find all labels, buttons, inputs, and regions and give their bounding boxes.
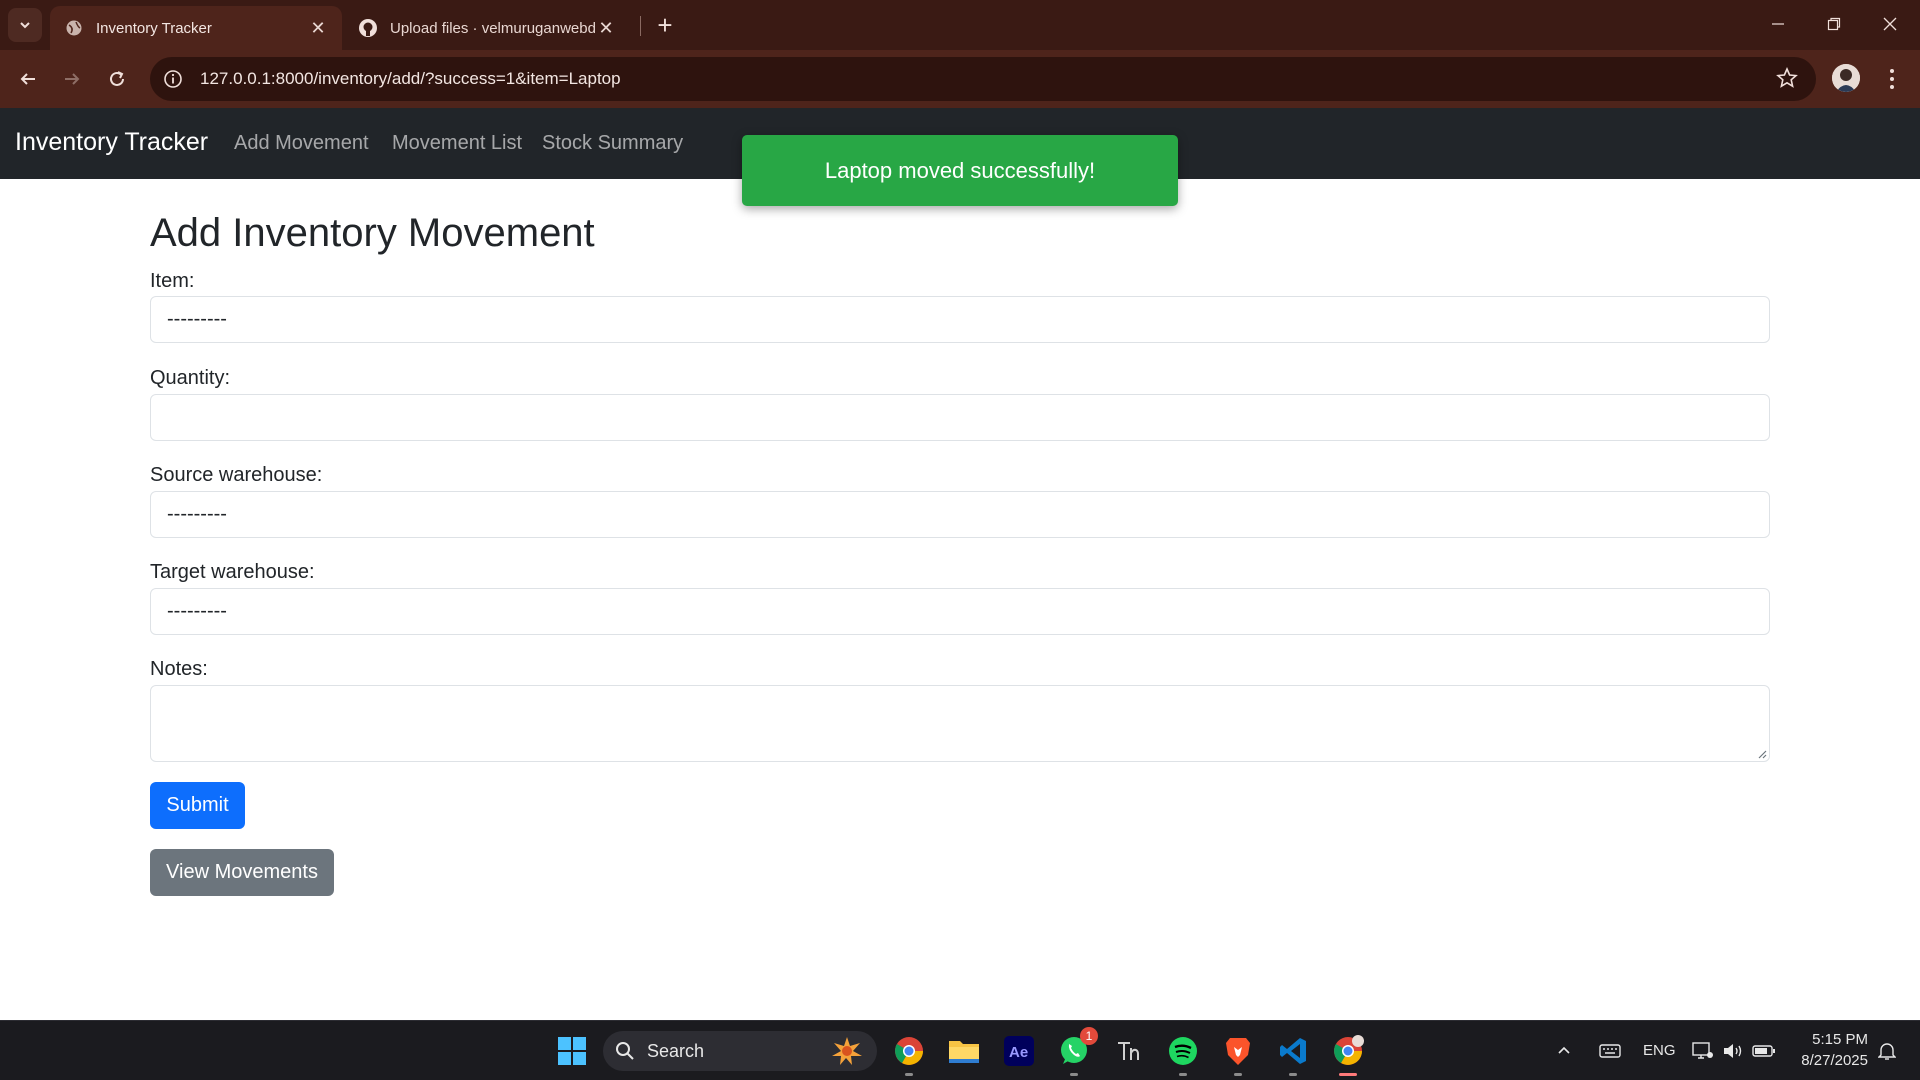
windows-start-icon[interactable]	[554, 1033, 590, 1069]
chevron-down-icon	[20, 22, 30, 29]
brand-link[interactable]: Inventory Tracker	[15, 128, 208, 157]
vscode-icon[interactable]	[1275, 1033, 1311, 1076]
svg-text:Ae: Ae	[1009, 1044, 1028, 1061]
item-select-value: ---------	[167, 308, 227, 330]
tab-upload-files[interactable]: Upload files · velmuruganwebdev ✕	[344, 6, 630, 50]
source-warehouse-value: ---------	[167, 503, 227, 525]
restore-button[interactable]	[1806, 0, 1862, 48]
source-warehouse-label: Source warehouse:	[150, 464, 323, 486]
bookmark-star-icon[interactable]	[1776, 66, 1798, 94]
target-warehouse-select[interactable]: ---------	[150, 588, 1770, 635]
browser-toolbar: 127.0.0.1:8000/inventory/add/?success=1&…	[0, 50, 1920, 108]
browser-tab-strip: Inventory Tracker ✕ Upload files · velmu…	[0, 0, 1920, 50]
taskbar-search[interactable]: Search	[603, 1031, 877, 1071]
address-bar[interactable]: 127.0.0.1:8000/inventory/add/?success=1&…	[150, 57, 1816, 101]
source-warehouse-select[interactable]: ---------	[150, 491, 1770, 538]
chevron-up-icon[interactable]	[1552, 1033, 1576, 1069]
chrome-taskbar-icon[interactable]	[891, 1033, 927, 1076]
windows-taskbar: Search Ae 1 ENG 5:15 PM 8/27/2025	[0, 1020, 1920, 1080]
threads-icon[interactable]	[1110, 1033, 1146, 1069]
clock-time[interactable]: 5:15 PM	[1812, 1031, 1868, 1048]
keyboard-icon[interactable]	[1595, 1033, 1625, 1069]
profile-avatar[interactable]	[1832, 64, 1860, 92]
close-tab-icon[interactable]: ✕	[596, 18, 616, 38]
item-label: Item:	[150, 270, 195, 292]
quantity-input[interactable]	[150, 394, 1770, 441]
nav-link-add-movement[interactable]: Add Movement	[234, 132, 369, 155]
success-toast: Laptop moved successfully!	[742, 135, 1178, 206]
reload-icon	[110, 71, 124, 86]
minimize-icon	[1772, 23, 1784, 25]
site-info-icon[interactable]	[156, 62, 190, 96]
close-tab-icon[interactable]: ✕	[308, 18, 328, 38]
brave-icon[interactable]	[1220, 1033, 1256, 1076]
tab-title: Inventory Tracker	[96, 19, 212, 37]
tab-search-button[interactable]	[8, 8, 42, 42]
whatsapp-icon[interactable]: 1	[1056, 1027, 1098, 1076]
notification-bell-icon[interactable]	[1872, 1033, 1902, 1069]
tab-title: Upload files · velmuruganwebdev	[390, 19, 596, 37]
file-explorer-icon[interactable]	[946, 1033, 982, 1069]
page-title: Add Inventory Movement	[150, 211, 595, 255]
view-movements-button[interactable]: View Movements	[150, 849, 334, 896]
resize-grip-icon[interactable]	[1755, 747, 1767, 759]
search-highlight-icon	[832, 1037, 862, 1065]
restore-icon	[1827, 17, 1841, 31]
notes-label: Notes:	[150, 658, 208, 680]
back-button[interactable]	[12, 63, 44, 95]
globe-icon	[64, 18, 84, 38]
arrow-left-icon	[20, 73, 35, 85]
close-icon	[1883, 17, 1897, 31]
after-effects-icon[interactable]: Ae	[1001, 1033, 1037, 1069]
volume-icon[interactable]	[1720, 1033, 1746, 1069]
network-icon[interactable]	[1690, 1033, 1716, 1069]
forward-button[interactable]	[56, 63, 88, 95]
nav-link-movement-list[interactable]: Movement List	[392, 132, 522, 155]
battery-icon[interactable]	[1750, 1033, 1778, 1069]
browser-menu-button[interactable]	[1880, 64, 1904, 94]
nav-link-stock-summary[interactable]: Stock Summary	[542, 132, 683, 155]
tab-separator	[640, 16, 641, 36]
tab-inventory-tracker[interactable]: Inventory Tracker ✕	[50, 6, 342, 50]
close-window-button[interactable]	[1862, 0, 1918, 48]
clock-date[interactable]: 8/27/2025	[1796, 1052, 1868, 1069]
whatsapp-badge: 1	[1080, 1027, 1098, 1045]
github-icon	[358, 18, 378, 38]
target-warehouse-value: ---------	[167, 600, 227, 622]
toast-message: Laptop moved successfully!	[824, 157, 1096, 183]
language-indicator[interactable]: ENG	[1643, 1042, 1676, 1059]
taskbar-search-label: Search	[647, 1040, 705, 1061]
item-select[interactable]: ---------	[150, 296, 1770, 343]
submit-button[interactable]: Submit	[150, 782, 245, 829]
spotify-icon[interactable]	[1165, 1033, 1201, 1076]
minimize-button[interactable]	[1750, 0, 1806, 48]
reload-button[interactable]	[101, 63, 133, 95]
search-icon	[616, 1042, 634, 1060]
target-warehouse-label: Target warehouse:	[150, 561, 315, 583]
quantity-label: Quantity:	[150, 367, 231, 389]
arrow-right-icon	[65, 73, 80, 85]
url-text[interactable]: 127.0.0.1:8000/inventory/add/?success=1&…	[200, 69, 621, 89]
chrome-profile-taskbar-icon[interactable]	[1330, 1033, 1366, 1076]
new-tab-button[interactable]: +	[650, 10, 680, 40]
notes-textarea[interactable]	[150, 685, 1770, 762]
